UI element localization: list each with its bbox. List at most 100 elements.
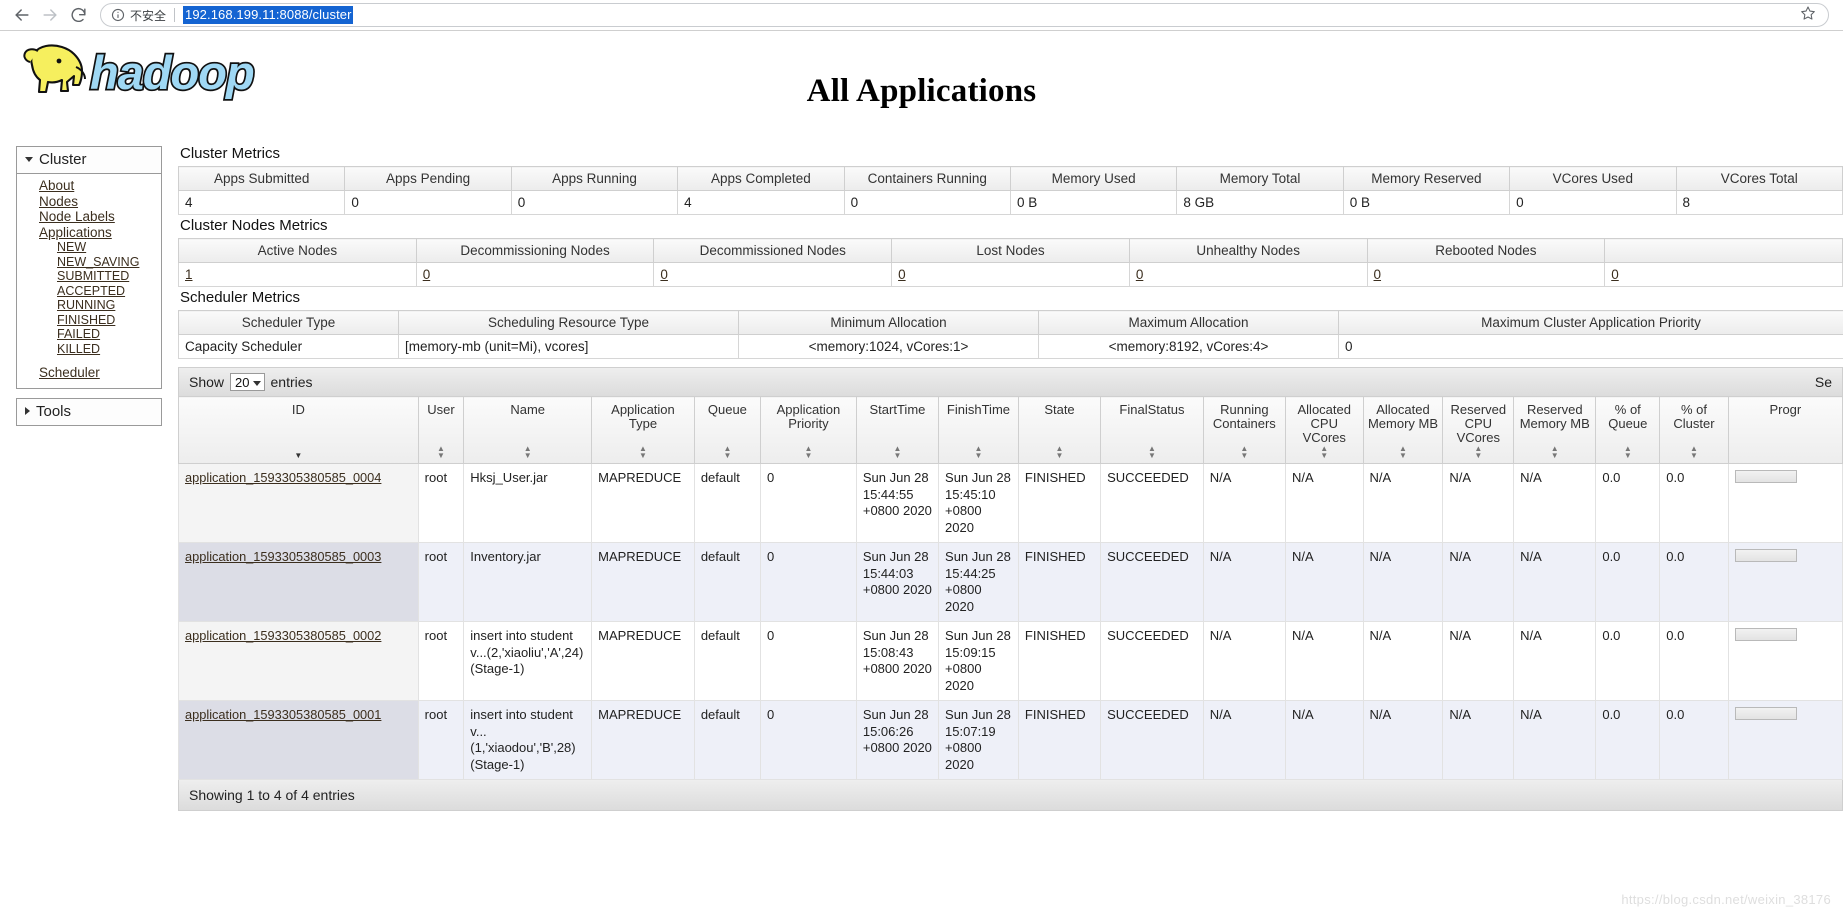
td-allocated-cpu-vcores: N/A xyxy=(1284,700,1364,780)
sidebar-section-cluster[interactable]: Cluster xyxy=(16,146,162,174)
sidebar-item-submitted[interactable]: SUBMITTED xyxy=(17,269,161,284)
sidebar-item-running[interactable]: RUNNING xyxy=(17,298,161,313)
back-arrow-icon[interactable] xyxy=(8,1,36,29)
sidebar-item-nodes[interactable]: Nodes xyxy=(17,194,161,210)
url-text[interactable]: 192.168.199.11:8088/cluster xyxy=(183,6,353,24)
th-pct-of-queue[interactable]: % of Queue ▲ ▼ xyxy=(1595,396,1661,464)
active-nodes-link[interactable]: 1 xyxy=(185,267,193,282)
sort-indicator-icon: ▲ ▼ xyxy=(1240,444,1249,460)
cluster-metrics-title: Cluster Metrics xyxy=(180,145,281,162)
th-queue[interactable]: Queue ▲ ▼ xyxy=(693,396,762,464)
decommissioned-nodes-link[interactable]: 0 xyxy=(660,267,668,282)
application-id-link[interactable]: application_1593305380585_0004 xyxy=(185,470,381,485)
th-apps-submitted: Apps Submitted xyxy=(177,166,346,191)
application-id-link[interactable]: application_1593305380585_0001 xyxy=(185,707,381,722)
td-pct-of-queue: 0.0 xyxy=(1595,700,1661,780)
page-length-select[interactable]: 20 xyxy=(230,373,265,391)
table-row: application_1593305380585_0003 root Inve… xyxy=(178,542,1843,622)
th-memory-used: Memory Used xyxy=(1009,166,1178,191)
td-reserved-memory-mb: N/A xyxy=(1513,700,1597,780)
td-apps-completed: 4 xyxy=(677,190,845,215)
nodes-extra-link[interactable]: 0 xyxy=(1611,267,1619,282)
th-progress[interactable]: Progr xyxy=(1727,396,1843,464)
td-progress xyxy=(1727,463,1843,543)
th-running-containers[interactable]: Running Containers ▲ ▼ xyxy=(1202,396,1286,464)
td-finalstatus: SUCCEEDED xyxy=(1100,542,1204,622)
th-starttime[interactable]: StartTime ▲ ▼ xyxy=(855,396,940,464)
sidebar: Cluster About Nodes Node Labels Applicat… xyxy=(16,146,162,426)
th-reserved-memory-mb[interactable]: Reserved Memory MB ▲ ▼ xyxy=(1513,396,1597,464)
td-application-type: MAPREDUCE xyxy=(591,542,695,622)
sidebar-item-scheduler[interactable]: Scheduler xyxy=(17,365,161,381)
address-bar[interactable]: 不安全 192.168.199.11:8088/cluster xyxy=(100,3,1829,27)
td-user: root xyxy=(417,463,465,543)
td-finishtime: Sun Jun 28 15:09:15 +0800 2020 xyxy=(938,621,1019,701)
sidebar-item-about[interactable]: About xyxy=(17,178,161,194)
th-lost-nodes: Lost Nodes xyxy=(891,238,1130,263)
td-running-containers: N/A xyxy=(1202,621,1286,701)
td-allocated-memory-mb: N/A xyxy=(1362,621,1444,701)
th-state[interactable]: State ▲ ▼ xyxy=(1017,396,1102,464)
td-application-priority: 0 xyxy=(760,700,857,780)
td-starttime: Sun Jun 28 15:44:03 +0800 2020 xyxy=(855,542,940,622)
th-reserved-cpu-vcores[interactable]: Reserved CPU VCores ▲ ▼ xyxy=(1442,396,1515,464)
td-state: FINISHED xyxy=(1017,700,1102,780)
sidebar-section-tools[interactable]: Tools xyxy=(16,397,162,426)
table-header-row: ID ▼ User ▲ ▼ Name ▲ ▼ Application Type ▲ ▼ Qu… xyxy=(178,396,1843,464)
th-application-type[interactable]: Application Type ▲ ▼ xyxy=(591,396,695,464)
td-pct-of-cluster: 0.0 xyxy=(1659,700,1729,780)
reload-icon[interactable] xyxy=(64,1,92,29)
rebooted-nodes-link[interactable]: 0 xyxy=(1374,267,1382,282)
sidebar-item-new-saving[interactable]: NEW_SAVING xyxy=(17,255,161,270)
page-title: All Applications xyxy=(806,73,1037,109)
sidebar-item-killed[interactable]: KILLED xyxy=(17,342,161,357)
th-finishtime[interactable]: FinishTime ▲ ▼ xyxy=(938,396,1019,464)
forward-arrow-icon[interactable] xyxy=(36,1,64,29)
lost-nodes-link[interactable]: 0 xyxy=(898,267,906,282)
th-application-type-label: Application Type xyxy=(611,402,675,431)
td-application-priority: 0 xyxy=(760,621,857,701)
th-name[interactable]: Name ▲ ▼ xyxy=(463,396,593,464)
td-user: root xyxy=(417,621,465,701)
sort-indicator-icon: ▲ ▼ xyxy=(1147,444,1156,460)
application-id-link[interactable]: application_1593305380585_0002 xyxy=(185,628,381,643)
sidebar-item-finished[interactable]: FINISHED xyxy=(17,313,161,328)
td-reserved-cpu-vcores: N/A xyxy=(1442,542,1515,622)
sidebar-item-failed[interactable]: FAILED xyxy=(17,327,161,342)
sidebar-item-new[interactable]: NEW xyxy=(17,240,161,255)
td-running-containers: N/A xyxy=(1202,542,1286,622)
td-starttime: Sun Jun 28 15:44:55 +0800 2020 xyxy=(855,463,940,543)
th-apps-running: Apps Running xyxy=(510,166,679,191)
application-id-link[interactable]: application_1593305380585_0003 xyxy=(185,549,381,564)
td-user: root xyxy=(417,700,465,780)
th-pct-of-cluster[interactable]: % of Cluster ▲ ▼ xyxy=(1659,396,1729,464)
th-user[interactable]: User ▲ ▼ xyxy=(417,396,465,464)
sidebar-section-cluster-label: Cluster xyxy=(39,151,87,168)
td-maximum-cluster-app-priority: 0 xyxy=(1338,334,1843,359)
th-pct-of-cluster-label: % of Cluster xyxy=(1673,402,1715,431)
th-application-priority[interactable]: Application Priority ▲ ▼ xyxy=(760,396,857,464)
td-lost-nodes: 0 xyxy=(891,262,1130,287)
sidebar-item-node-labels[interactable]: Node Labels xyxy=(17,209,161,225)
info-circle-icon[interactable] xyxy=(111,8,125,22)
th-id-label: ID xyxy=(291,402,305,417)
td-name: insert into student v...(2,'xiaoliu','A'… xyxy=(463,621,593,701)
unhealthy-nodes-link[interactable]: 0 xyxy=(1136,267,1144,282)
th-memory-total: Memory Total xyxy=(1176,166,1344,191)
applications-table: ID ▼ User ▲ ▼ Name ▲ ▼ Application Type ▲ ▼ Qu… xyxy=(178,396,1843,780)
th-finalstatus[interactable]: FinalStatus ▲ ▼ xyxy=(1100,396,1204,464)
td-allocated-memory-mb: N/A xyxy=(1362,463,1444,543)
th-allocated-memory-mb[interactable]: Allocated Memory MB ▲ ▼ xyxy=(1362,396,1444,464)
td-reserved-cpu-vcores: N/A xyxy=(1442,621,1515,701)
browser-toolbar: 不安全 192.168.199.11:8088/cluster xyxy=(0,0,1843,31)
th-allocated-cpu-vcores[interactable]: Allocated CPU VCores ▲ ▼ xyxy=(1284,396,1364,464)
sort-indicator-icon: ▲ ▼ xyxy=(639,444,647,460)
sidebar-item-applications[interactable]: Applications xyxy=(17,225,161,241)
th-id[interactable]: ID ▼ xyxy=(178,396,419,464)
table-row: 4 0 0 4 0 0 B 8 GB 0 B 0 8 xyxy=(177,190,1843,215)
sidebar-item-accepted[interactable]: ACCEPTED xyxy=(17,284,161,299)
sort-indicator-icon: ▲ ▼ xyxy=(723,444,732,460)
th-running-containers-label: Running Containers xyxy=(1212,402,1276,431)
bookmark-star-icon[interactable] xyxy=(1800,5,1818,26)
decommissioning-nodes-link[interactable]: 0 xyxy=(423,267,431,282)
